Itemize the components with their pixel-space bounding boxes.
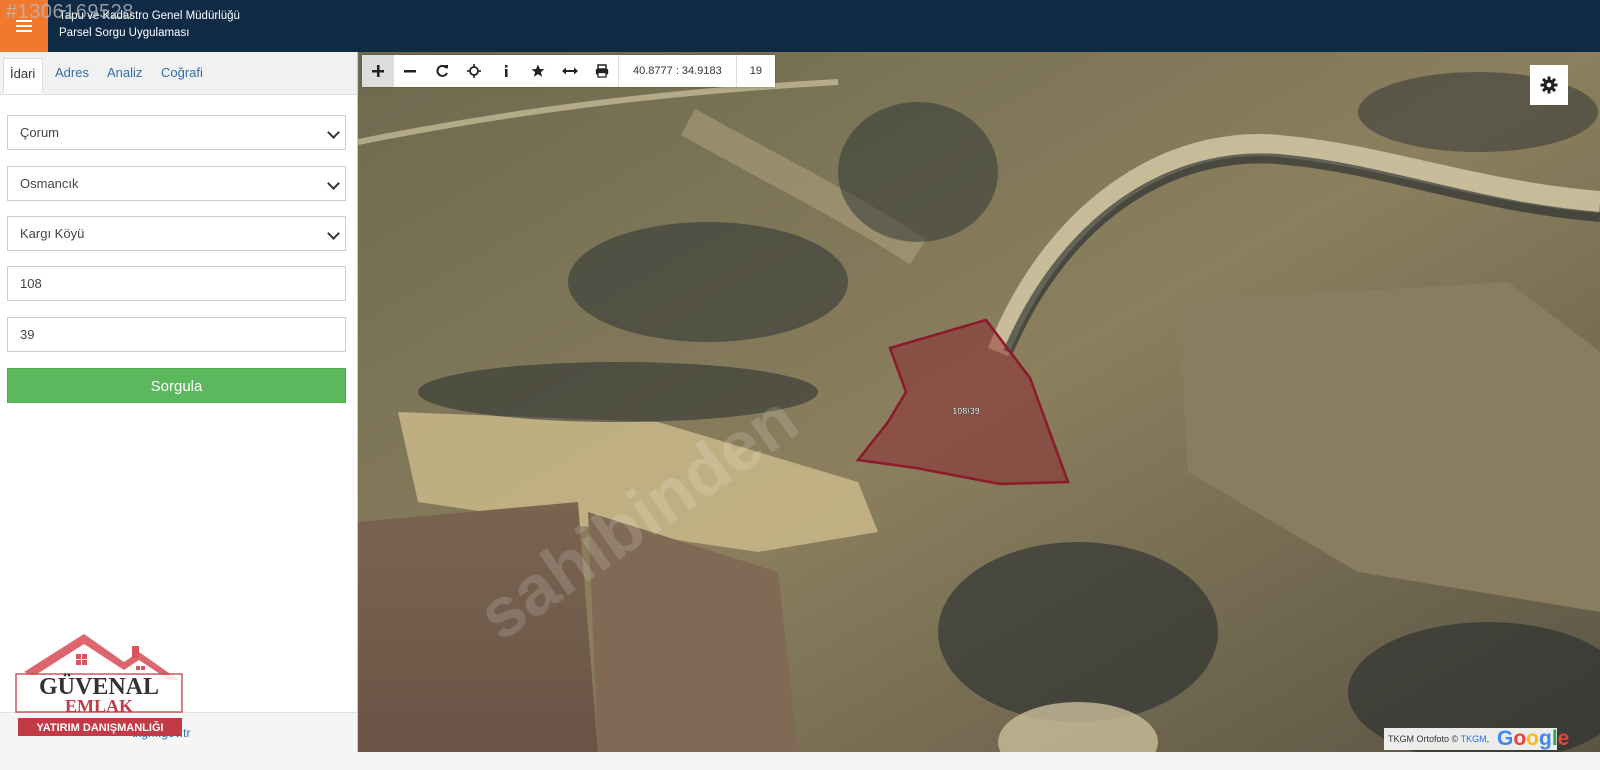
print-button[interactable] xyxy=(586,55,618,87)
attribution-comma: , xyxy=(1486,734,1490,744)
tab-idari[interactable]: İdari xyxy=(3,58,43,94)
neighborhood-value: Kargı Köyü xyxy=(20,226,85,241)
locate-icon xyxy=(467,64,481,78)
locate-button[interactable] xyxy=(458,55,490,87)
measure-button[interactable] xyxy=(554,55,586,87)
chevron-down-icon xyxy=(327,227,340,240)
map-toolbar: 40.8777 : 34.9183 19 xyxy=(362,55,775,87)
block-input[interactable]: 108 xyxy=(7,266,346,301)
print-icon xyxy=(595,64,609,78)
guvenal-emlak-logo: GÜVENAL EMLAK YATIRIM DANIŞMANLIĞI xyxy=(15,634,183,736)
info-icon xyxy=(505,65,508,77)
refresh-icon xyxy=(436,64,448,77)
favorite-button[interactable] xyxy=(522,55,554,87)
attribution-link[interactable]: TKGM xyxy=(1461,734,1487,744)
info-button[interactable] xyxy=(490,55,522,87)
top-bar: Tapu ve Kadastro Genel Müdürlüğü Parsel … xyxy=(0,0,1600,52)
google-logo: Google xyxy=(1497,727,1569,751)
google-logo-letter: o xyxy=(1513,727,1527,750)
chevron-down-icon xyxy=(327,126,340,139)
logo-line2: EMLAK xyxy=(65,696,133,716)
gear-icon xyxy=(1540,76,1558,94)
chevron-down-icon xyxy=(327,177,340,190)
query-button[interactable]: Sorgula xyxy=(7,368,346,403)
measure-icon xyxy=(562,67,578,75)
tab-analiz[interactable]: Analiz xyxy=(101,58,148,94)
map-imagery: sahibinden 108/39 xyxy=(358,52,1600,752)
google-logo-letter: o xyxy=(1526,727,1539,750)
coordinate-readout: 40.8777 : 34.9183 xyxy=(618,55,736,87)
district-select[interactable]: Osmancık xyxy=(7,166,346,201)
zoom-out-button[interactable] xyxy=(394,55,426,87)
zoom-in-button[interactable] xyxy=(362,55,394,87)
star-icon xyxy=(531,64,545,77)
province-value: Çorum xyxy=(20,125,60,140)
google-logo-letter: e xyxy=(1557,727,1570,750)
zoom-out-icon xyxy=(404,70,416,73)
parcel-input[interactable]: 39 xyxy=(7,317,346,352)
refresh-button[interactable] xyxy=(426,55,458,87)
satellite-map[interactable]: sahibinden 108/39 xyxy=(358,52,1600,752)
zoom-in-icon xyxy=(372,65,384,77)
listing-id-watermark: #1306169528 xyxy=(6,1,134,23)
app-title-line2: Parsel Sorgu Uygulaması xyxy=(59,27,190,39)
tab-cografi[interactable]: Coğrafi xyxy=(155,58,209,94)
parcel-label: 108/39 xyxy=(952,406,980,416)
zoom-level: 19 xyxy=(735,55,775,87)
province-select[interactable]: Çorum xyxy=(7,115,346,150)
bottom-strip xyxy=(0,752,1600,770)
settings-button[interactable] xyxy=(1530,65,1568,105)
tab-adres[interactable]: Adres xyxy=(49,58,95,94)
district-value: Osmancık xyxy=(20,176,79,191)
google-logo-letter: g xyxy=(1539,727,1552,750)
attribution-text: TKGM Ortofoto © xyxy=(1388,734,1459,744)
google-logo-letter: G xyxy=(1497,727,1514,750)
neighborhood-select[interactable]: Kargı Köyü xyxy=(7,216,346,251)
logo-line3: YATIRIM DANIŞMANLIĞI xyxy=(36,721,163,734)
tab-bar: İdari Adres Analiz Coğrafi xyxy=(0,52,357,95)
